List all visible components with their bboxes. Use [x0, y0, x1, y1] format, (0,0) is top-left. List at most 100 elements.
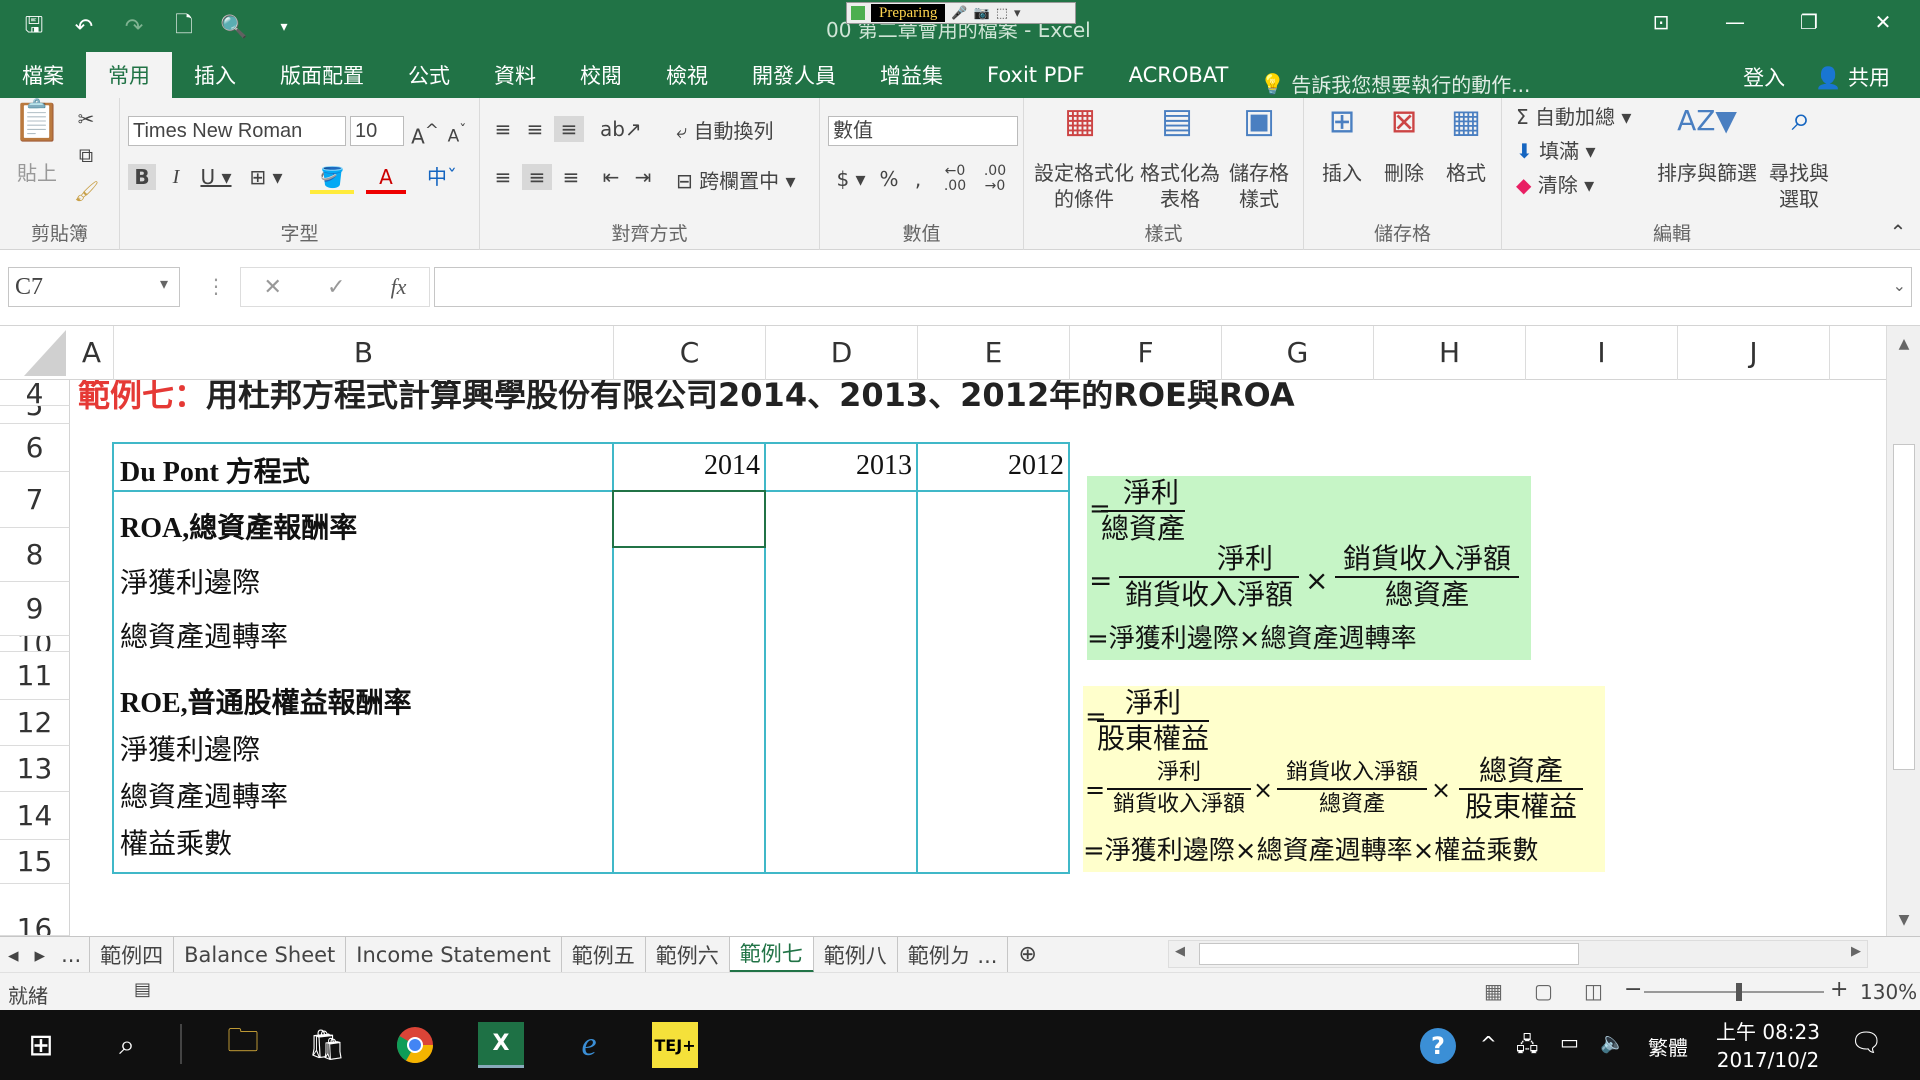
cell-styles-icon[interactable]: ▣: [1224, 104, 1294, 138]
scroll-right-icon[interactable]: ▶: [1851, 944, 1861, 959]
comma-icon[interactable]: ,: [908, 166, 928, 192]
help-icon[interactable]: ?: [1420, 1028, 1456, 1064]
redo-icon[interactable]: ↷: [120, 15, 148, 40]
tab-developer[interactable]: 開發人員: [730, 52, 858, 98]
region-icon[interactable]: ⬚: [996, 6, 1008, 21]
expand-formula-icon[interactable]: ⌄: [1893, 276, 1906, 295]
battery-icon[interactable]: ▭: [1560, 1030, 1579, 1054]
tell-me-box[interactable]: 💡 告訴我您想要執行的動作...: [1260, 69, 1530, 98]
namebox-dropdown-icon[interactable]: ▾: [160, 274, 168, 293]
sheet-tab-example8[interactable]: 範例八: [814, 936, 898, 973]
camera-icon[interactable]: 📷: [974, 6, 990, 21]
align-center-icon[interactable]: ≡: [522, 164, 552, 190]
chevron-up-icon[interactable]: ^: [1480, 1032, 1497, 1056]
notifications-icon[interactable]: 🗨: [1850, 1028, 1883, 1058]
row-header-9[interactable]: 9: [0, 582, 70, 636]
zoom-in-icon[interactable]: +: [1830, 977, 1848, 1002]
page-break-icon[interactable]: ◫: [1584, 979, 1603, 1003]
scroll-left-icon[interactable]: ◀: [1175, 944, 1185, 959]
fill-color-icon[interactable]: 🪣: [310, 164, 354, 194]
new-file-icon[interactable]: 🗋: [170, 8, 198, 46]
insert-cells-button[interactable]: 插入: [1314, 160, 1370, 186]
row-header-7[interactable]: 7: [0, 472, 70, 528]
tab-view[interactable]: 檢視: [644, 52, 730, 98]
align-middle-icon[interactable]: ≡: [522, 116, 548, 142]
share-button[interactable]: 👤 共用: [1815, 62, 1890, 92]
collapse-ribbon-icon[interactable]: ⌃: [1886, 219, 1910, 245]
tab-addins[interactable]: 增益集: [858, 52, 965, 98]
network-icon[interactable]: 🖧: [1516, 1030, 1538, 1064]
file-explorer-icon[interactable]: 🗀: [220, 1021, 266, 1068]
scroll-up-icon[interactable]: ▲: [1887, 336, 1920, 352]
italic-button[interactable]: I: [162, 164, 190, 190]
row-label-net-margin-2[interactable]: 淨獲利邊際: [120, 728, 260, 768]
align-bottom-icon[interactable]: ≡: [554, 116, 584, 142]
mic-icon[interactable]: 🎤: [951, 6, 967, 21]
print-preview-icon[interactable]: 🔍: [220, 15, 248, 40]
conditional-format-button[interactable]: 設定格式化 的條件: [1032, 160, 1136, 212]
ribbon-display-icon[interactable]: ⊡: [1624, 10, 1698, 34]
sort-filter-button[interactable]: 排序與篩選: [1652, 160, 1762, 186]
row-header-6[interactable]: 6: [0, 424, 70, 472]
paste-button[interactable]: 貼上: [12, 160, 62, 186]
increase-indent-icon[interactable]: ⇥: [630, 164, 656, 190]
excel-taskbar-icon[interactable]: X: [478, 1022, 524, 1068]
sheet-tab-example7[interactable]: 範例七: [729, 936, 814, 973]
search-icon[interactable]: ⌕: [104, 1022, 150, 1068]
sheet-tab-income-statement[interactable]: Income Statement: [346, 936, 562, 973]
bold-button[interactable]: B: [128, 164, 156, 190]
increase-decimal-icon[interactable]: ←0.00: [938, 164, 972, 194]
format-table-button[interactable]: 格式化為 表格: [1140, 160, 1220, 212]
percent-icon[interactable]: %: [876, 166, 902, 192]
col-header-b[interactable]: B: [114, 326, 614, 380]
tab-data[interactable]: 資料: [472, 52, 558, 98]
horizontal-scroll-thumb[interactable]: [1199, 943, 1579, 965]
row-header-8[interactable]: 8: [0, 528, 70, 582]
store-icon[interactable]: 🛍: [304, 1022, 350, 1068]
tab-review[interactable]: 校閱: [558, 52, 644, 98]
dropdown-icon[interactable]: ▾: [1014, 6, 1021, 21]
row-header-13[interactable]: 13: [0, 746, 70, 792]
row-header-11[interactable]: 11: [0, 652, 70, 700]
page-layout-icon[interactable]: ▢: [1534, 979, 1553, 1003]
sheet-tab-example9[interactable]: 範例ㄉ ...: [898, 936, 1009, 973]
tab-formulas[interactable]: 公式: [386, 52, 472, 98]
phonetic-icon[interactable]: 中ˇ: [420, 164, 464, 190]
row-label-asset-turnover[interactable]: 總資產週轉率: [120, 615, 288, 655]
formula-input[interactable]: [434, 267, 1912, 307]
language-indicator[interactable]: 繁體: [1648, 1032, 1688, 1061]
cell-styles-button[interactable]: 儲存格 樣式: [1224, 160, 1294, 212]
col-header-e[interactable]: E: [918, 326, 1070, 380]
table-header-label[interactable]: Du Pont 方程式: [120, 450, 310, 490]
find-select-button[interactable]: 尋找與 選取: [1764, 160, 1834, 212]
delete-cells-button[interactable]: 刪除: [1376, 160, 1432, 186]
currency-icon[interactable]: $ ▾: [834, 166, 868, 192]
delete-cells-icon[interactable]: ⊠: [1376, 105, 1432, 137]
merge-center-button[interactable]: ⊟ 跨欄置中 ▾: [676, 168, 816, 194]
name-box[interactable]: C7: [8, 267, 180, 307]
selected-cell-c7[interactable]: [612, 490, 766, 548]
underline-button[interactable]: U ▾: [196, 164, 236, 190]
borders-icon[interactable]: ⊞ ▾: [244, 164, 288, 190]
row-header-4[interactable]: 4: [0, 380, 70, 406]
format-cells-button[interactable]: 格式: [1438, 160, 1494, 186]
row-label-net-margin[interactable]: 淨獲利邊際: [120, 561, 260, 601]
col-header-j[interactable]: J: [1678, 326, 1830, 380]
format-painter-icon[interactable]: 🖌: [74, 178, 99, 204]
align-right-icon[interactable]: ≡: [558, 164, 584, 190]
volume-icon[interactable]: 🔈: [1600, 1030, 1625, 1054]
tab-insert[interactable]: 插入: [172, 52, 258, 98]
cancel-icon[interactable]: ✕: [264, 275, 282, 300]
tab-foxit[interactable]: Foxit PDF: [965, 52, 1107, 98]
close-icon[interactable]: ✕: [1846, 10, 1920, 34]
tej-icon[interactable]: TEJ+: [652, 1022, 698, 1068]
tab-home[interactable]: 常用: [86, 52, 172, 98]
font-size-select[interactable]: 10: [350, 116, 404, 146]
col-header-h[interactable]: H: [1374, 326, 1526, 380]
horizontal-scrollbar[interactable]: ◀ ▶: [1168, 940, 1868, 968]
grow-font-icon[interactable]: A^: [410, 118, 440, 150]
copy-icon[interactable]: ⧉: [74, 142, 98, 168]
col-header-g[interactable]: G: [1222, 326, 1374, 380]
tab-page-layout[interactable]: 版面配置: [258, 52, 386, 98]
enter-icon[interactable]: ✓: [327, 275, 345, 300]
